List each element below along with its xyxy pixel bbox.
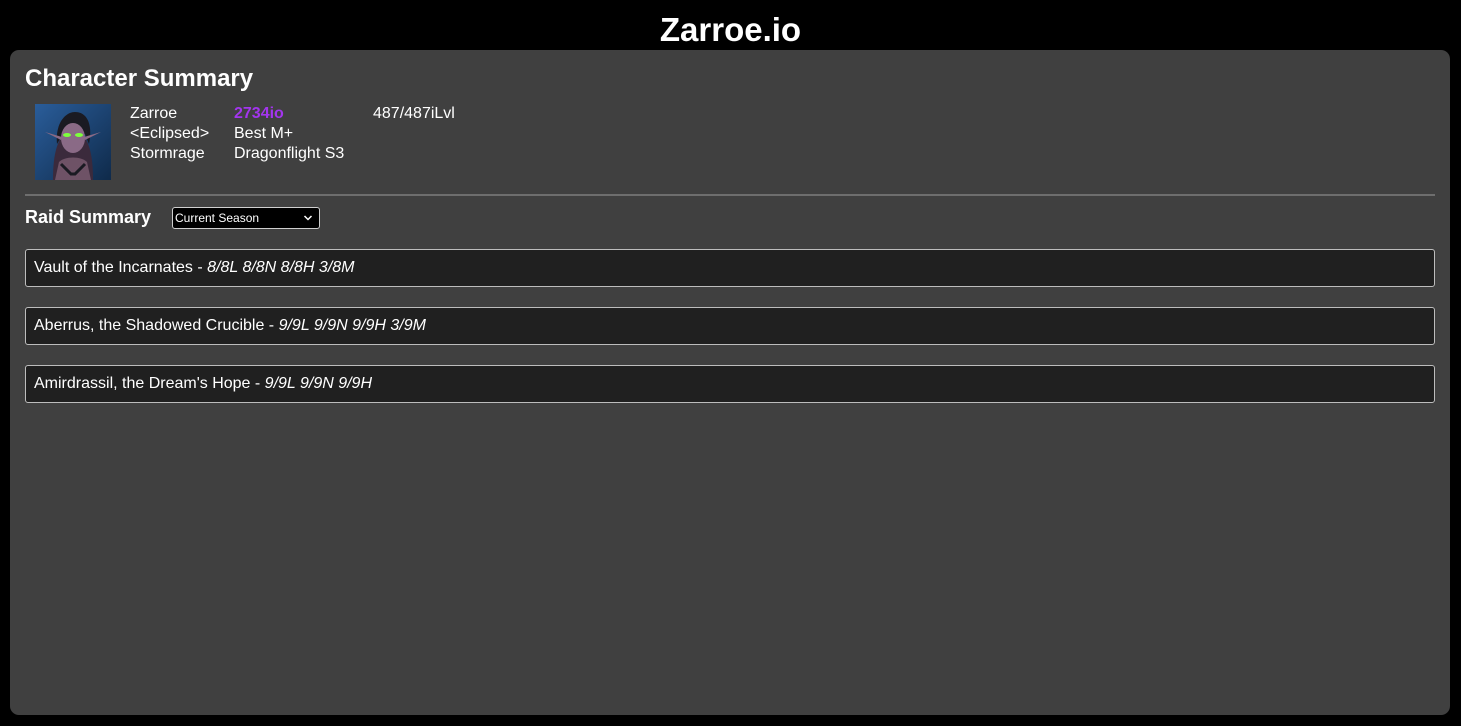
character-realm: Stormrage bbox=[130, 145, 205, 162]
raid-name: Amirdrassil, the Dream's Hope bbox=[34, 375, 251, 392]
character-name: Zarroe bbox=[130, 105, 178, 122]
raid-row[interactable]: Aberrus, the Shadowed Crucible - 9/9L 9/… bbox=[25, 307, 1435, 345]
raid-summary-heading: Raid Summary bbox=[25, 207, 152, 227]
raid-separator: - bbox=[250, 375, 265, 392]
season-select-value: Current Season bbox=[175, 211, 260, 225]
raid-name: Vault of the Incarnates bbox=[34, 259, 193, 276]
score-label: Best M+ bbox=[234, 125, 294, 142]
character-identity: Zarroe <Eclipsed> Stormrage bbox=[130, 104, 209, 164]
raid-separator: - bbox=[264, 317, 279, 334]
item-level: 487/487iLvl bbox=[373, 105, 455, 122]
character-avatar bbox=[35, 104, 111, 180]
season-select[interactable]: Current Season bbox=[172, 207, 320, 229]
mythic-plus-score: 2734io bbox=[234, 105, 284, 122]
mythic-plus-summary: 2734io Best M+ Dragonflight S3 bbox=[234, 104, 344, 164]
raid-row[interactable]: Amirdrassil, the Dream's Hope - 9/9L 9/9… bbox=[25, 365, 1435, 403]
score-season: Dragonflight S3 bbox=[234, 145, 345, 162]
raid-separator: - bbox=[192, 259, 208, 276]
character-summary-heading: Character Summary bbox=[25, 65, 254, 92]
raid-row[interactable]: Vault of the Incarnates - 8/8L 8/8N 8/8H… bbox=[25, 249, 1435, 287]
raid-progress: 9/9L 9/9N 9/9H 3/9M bbox=[278, 317, 426, 334]
main-panel: Character Summary Zarroe <Eclipsed> Stor… bbox=[10, 50, 1450, 715]
raid-progress: 8/8L 8/8N 8/8H 3/8M bbox=[207, 259, 355, 276]
site-title: Zarroe.io bbox=[659, 11, 802, 48]
character-guild: <Eclipsed> bbox=[130, 125, 210, 142]
raid-progress: 9/9L 9/9N 9/9H bbox=[264, 375, 373, 392]
chevron-down-icon bbox=[303, 215, 313, 221]
section-divider bbox=[25, 194, 1435, 196]
raid-name: Aberrus, the Shadowed Crucible bbox=[34, 317, 265, 334]
item-level-summary: 487/487iLvl bbox=[373, 104, 455, 124]
avatar-portrait-image bbox=[35, 104, 111, 180]
